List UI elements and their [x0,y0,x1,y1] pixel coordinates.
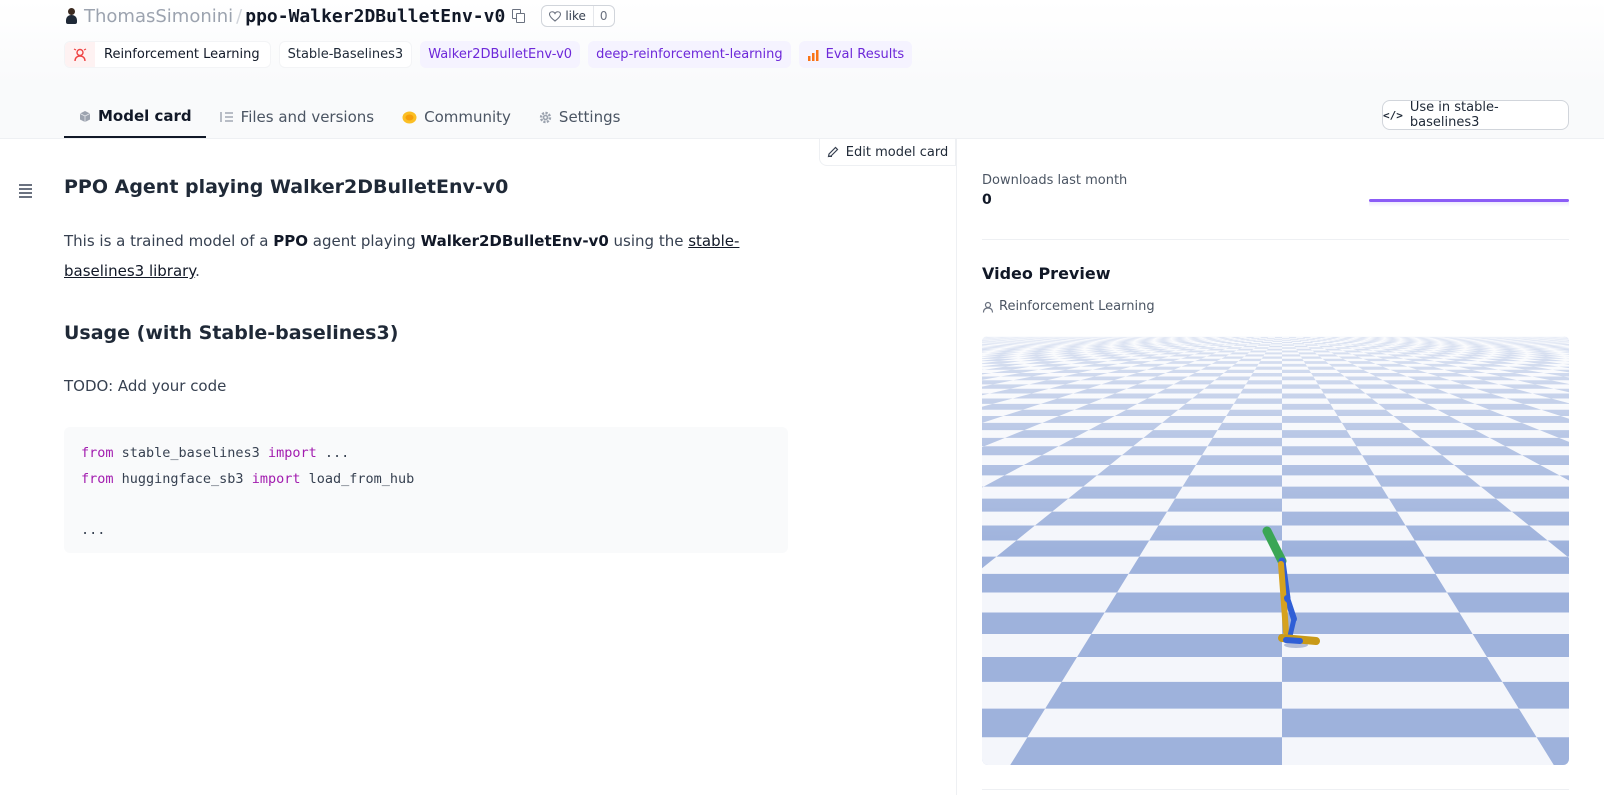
repo-title-row: ThomasSimonini / ppo-Walker2DBulletEnv-v… [64,4,615,28]
use-in-library-label: Use in stable-baselines3 [1409,100,1499,130]
bar-chart-icon [807,49,819,61]
like-label: like [565,9,586,23]
repo-header: ThomasSimonini / ppo-Walker2DBulletEnv-v… [0,0,1604,139]
tag-eval-results[interactable]: Eval Results [798,41,913,68]
like-button[interactable]: like [542,6,593,26]
downloads-count: 0 [982,192,992,208]
tag-eval-label: Eval Results [825,47,905,62]
downloads-label: Downloads last month [982,173,1128,188]
tab-settings[interactable]: Settings [525,96,635,138]
owner-link[interactable]: ThomasSimonini [84,6,233,27]
owner-avatar[interactable] [64,8,78,24]
tab-model-card-label: Model card [98,107,192,125]
table-of-contents-icon[interactable] [19,184,32,200]
cube-icon [79,110,91,123]
code-icon: </> [1383,108,1403,122]
tab-community[interactable]: Community [388,96,525,138]
tag-list: Reinforcement Learning Stable-Baselines3… [64,41,913,68]
video-task-label[interactable]: Reinforcement Learning [982,299,1155,314]
todo-text: TODO: Add your code [64,377,227,395]
tab-files[interactable]: Files and versions [206,96,388,138]
tag-task-label: Reinforcement Learning [104,47,260,62]
pencil-icon [827,146,839,158]
tag-library[interactable]: Stable-Baselines3 [278,41,413,68]
files-icon [219,111,234,123]
community-icon [402,111,417,124]
sidebar-bottom-divider [982,789,1569,790]
sidebar-divider [982,239,1569,240]
heart-icon [549,10,562,22]
walker-scene [982,336,1569,765]
gear-icon [539,111,552,124]
code-block: from stable_baselines3 import ... from h… [64,427,788,553]
edit-model-card-label: Edit model card [845,144,949,160]
tab-settings-label: Settings [558,108,621,126]
like-count[interactable]: 0 [592,6,614,26]
tag-task[interactable]: Reinforcement Learning [64,41,271,68]
tab-community-label: Community [424,108,511,126]
like-widget: like 0 [541,5,615,27]
usage-heading: Usage (with Stable-baselines3) [64,322,399,344]
video-preview[interactable] [982,336,1569,765]
robot-icon [982,301,994,313]
video-preview-title: Video Preview [982,264,1111,283]
repo-name[interactable]: ppo-Walker2DBulletEnv-v0 [245,6,505,27]
use-in-library-button[interactable]: </> Use in stable-baselines3 [1382,100,1569,130]
model-description: This is a trained model of a PPO agent p… [64,232,740,280]
tab-model-card[interactable]: Model card [64,96,206,138]
copy-icon[interactable] [512,8,526,24]
robot-icon [65,42,95,67]
tag-course[interactable]: deep-reinforcement-learning [588,41,791,68]
path-separator: / [236,5,243,27]
tab-files-label: Files and versions [240,108,375,126]
downloads-sparkline [1369,199,1569,207]
tag-env[interactable]: Walker2DBulletEnv-v0 [420,41,581,68]
repo-tabs: Model card Files and versions Community … [64,96,634,138]
model-card-title: PPO Agent playing Walker2DBulletEnv-v0 [64,176,509,198]
edit-model-card-button[interactable]: Edit model card [819,139,956,166]
sidebar: Downloads last month 0 Video Preview Rei… [956,139,1604,795]
